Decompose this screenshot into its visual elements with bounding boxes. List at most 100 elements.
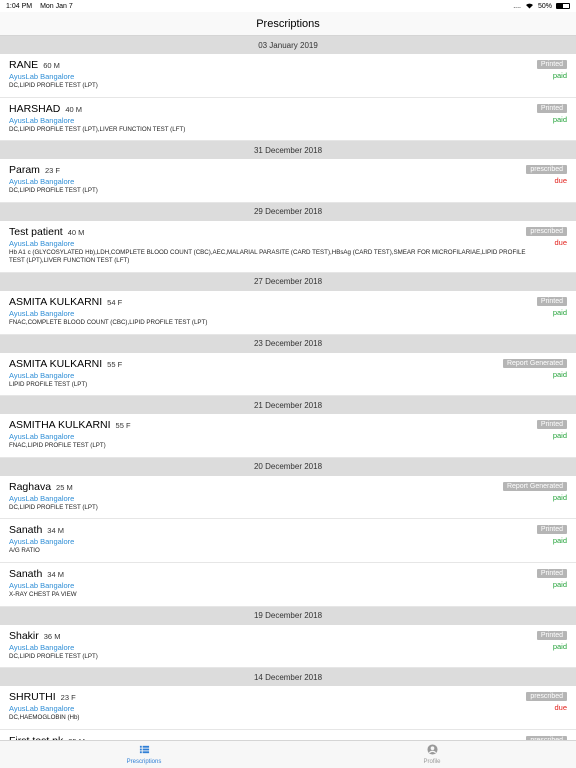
- lab-name: AyusLab Bangalore: [9, 370, 75, 380]
- section-header-date: 29 December 2018: [0, 202, 576, 221]
- lab-name: AyusLab Bangalore: [9, 177, 75, 187]
- section-header-date: 14 December 2018: [0, 668, 576, 687]
- patient-age-sex: 55 F: [115, 421, 131, 431]
- test-list: Hb A1 c (GLYCOSYLATED Hb),LDH,COMPLETE B…: [9, 248, 526, 265]
- patient-name: Test patient: [9, 225, 63, 238]
- status-badge: Printed: [536, 568, 567, 578]
- test-list: LIPID PROFILE TEST (LPT): [9, 380, 88, 388]
- status-badge: prescribed: [526, 165, 567, 175]
- prescription-row[interactable]: SHRUTHI 23 F AyusLab Bangalore DC,HAEMOG…: [0, 686, 576, 730]
- patient-name: ASMITA KULKARNI: [9, 357, 103, 370]
- prescription-row[interactable]: ASMITA KULKARNI 54 F AyusLab Bangalore F…: [0, 291, 576, 335]
- patient-name: ASMITHA KULKARNI: [9, 419, 111, 432]
- prescription-row[interactable]: ASMITA KULKARNI 55 F AyusLab Bangalore L…: [0, 353, 576, 397]
- patient-name: Shakir: [9, 629, 39, 642]
- payment-status: paid: [552, 71, 567, 80]
- patient-age-sex: 23 F: [60, 693, 76, 703]
- patient-name: Param: [9, 164, 40, 177]
- section-header-date: 20 December 2018: [0, 457, 576, 476]
- battery-percent: 50%: [537, 2, 552, 10]
- lab-name: AyusLab Bangalore: [9, 704, 75, 714]
- payment-status: paid: [552, 114, 567, 124]
- lab-name: AyusLab Bangalore: [9, 115, 75, 125]
- patient-name: ASMITA KULKARNI: [9, 295, 103, 308]
- test-list: DC,LIPID PROFILE TEST (LPT),LIVER FUNCTI…: [9, 125, 186, 133]
- prescription-row[interactable]: Sanath 34 M AyusLab Bangalore X-RAY CHES…: [0, 563, 576, 607]
- status-badge: prescribed: [526, 226, 567, 236]
- status-date: Mon Jan 7: [40, 2, 73, 10]
- tab-label: Prescriptions: [126, 759, 162, 765]
- status-badge: Printed: [536, 630, 567, 640]
- payment-status: paid: [552, 431, 567, 441]
- prescription-row[interactable]: HARSHAD 40 M AyusLab Bangalore DC,LIPID …: [0, 98, 576, 142]
- patient-name: RANE: [9, 59, 39, 71]
- prescription-list[interactable]: 03 January 2019 RANE 60 M AyusLab Bangal…: [0, 36, 576, 740]
- payment-status: paid: [552, 492, 567, 502]
- prescription-row[interactable]: First test pk 25 M AyusLab Bangalore SER…: [0, 730, 576, 740]
- lab-name: AyusLab Bangalore: [9, 72, 75, 81]
- tab-bar: Prescriptions Profile: [0, 740, 576, 768]
- section-header-date: 03 January 2019: [0, 36, 576, 54]
- test-list: DC,LIPID PROFILE TEST (LPT): [9, 187, 98, 195]
- prescription-row[interactable]: Sanath 34 M AyusLab Bangalore A/G RATIO …: [0, 519, 576, 563]
- test-list: DC,LIPID PROFILE TEST (LPT): [9, 652, 98, 660]
- patient-age-sex: 40 M: [67, 227, 85, 237]
- user-icon: [426, 744, 438, 757]
- prescription-row[interactable]: Raghava 25 M AyusLab Bangalore DC,LIPID …: [0, 476, 576, 520]
- patient-name: Sanath: [9, 567, 43, 580]
- payment-status: due: [554, 703, 567, 713]
- prescription-row[interactable]: Shakir 36 M AyusLab Bangalore DC,LIPID P…: [0, 625, 576, 669]
- lab-name: AyusLab Bangalore: [9, 432, 75, 442]
- payment-status: paid: [552, 536, 567, 546]
- patient-age-sex: 34 M: [47, 526, 64, 536]
- tab-prescriptions[interactable]: Prescriptions: [0, 741, 288, 768]
- patient-age-sex: 60 M: [43, 61, 60, 70]
- status-time: 1:04 PM: [6, 2, 33, 10]
- nav-bar: Prescriptions: [0, 12, 576, 36]
- tab-profile[interactable]: Profile: [288, 741, 576, 768]
- test-list: X-RAY CHEST PA VIEW: [9, 590, 77, 598]
- section-header-date: 21 December 2018: [0, 396, 576, 415]
- payment-status: paid: [552, 641, 567, 651]
- patient-age-sex: 55 F: [107, 359, 123, 369]
- test-list: DC,HAEMOGLOBIN (Hb): [9, 714, 80, 722]
- lab-name: AyusLab Bangalore: [9, 238, 75, 248]
- prescription-row[interactable]: ASMITHA KULKARNI 55 F AyusLab Bangalore …: [0, 414, 576, 458]
- lab-name: AyusLab Bangalore: [9, 537, 75, 547]
- test-list: FNAC,LIPID PROFILE TEST (LPT): [9, 442, 106, 450]
- lab-name: AyusLab Bangalore: [9, 493, 75, 503]
- patient-age-sex: 36 M: [43, 631, 61, 641]
- prescription-row[interactable]: RANE 60 M AyusLab Bangalore DC,LIPID PRO…: [0, 54, 576, 98]
- patient-name: HARSHAD: [9, 102, 61, 115]
- prescription-row[interactable]: Test patient 40 M AyusLab Bangalore Hb A…: [0, 221, 576, 273]
- section-header-date: 31 December 2018: [0, 141, 576, 160]
- page-title: Prescriptions: [256, 17, 320, 30]
- patient-age-sex: 23 F: [44, 166, 60, 176]
- status-badge: Printed: [536, 60, 567, 69]
- status-badge: Report Generated: [502, 358, 567, 368]
- lab-name: AyusLab Bangalore: [9, 580, 75, 590]
- test-list: A/G RATIO: [9, 547, 40, 555]
- prescription-row[interactable]: Param 23 F AyusLab Bangalore DC,LIPID PR…: [0, 159, 576, 203]
- patient-name: SHRUTHI: [9, 691, 56, 704]
- payment-status: due: [554, 176, 567, 186]
- status-badge: Printed: [536, 296, 567, 306]
- status-badge: Printed: [536, 103, 567, 113]
- list-icon: [139, 744, 150, 757]
- tab-label: Profile: [423, 759, 441, 765]
- patient-age-sex: 40 M: [65, 104, 83, 114]
- patient-age-sex: 34 M: [47, 569, 64, 579]
- lab-name: AyusLab Bangalore: [9, 642, 75, 652]
- section-header-date: 23 December 2018: [0, 334, 576, 353]
- status-bar: 1:04 PM Mon Jan 7 .... 50%: [0, 0, 576, 12]
- patient-age-sex: 54 F: [107, 297, 123, 307]
- payment-status: paid: [552, 307, 567, 317]
- patient-name: Raghava: [9, 480, 52, 493]
- test-list: DC,LIPID PROFILE TEST (LPT): [9, 82, 98, 89]
- payment-status: paid: [552, 579, 567, 589]
- signal-icon: ....: [513, 2, 521, 10]
- battery-icon: [556, 3, 570, 9]
- section-header-date: 19 December 2018: [0, 606, 576, 625]
- test-list: FNAC,COMPLETE BLOOD COUNT (CBC),LIPID PR…: [9, 318, 208, 326]
- status-badge: Report Generated: [502, 481, 567, 491]
